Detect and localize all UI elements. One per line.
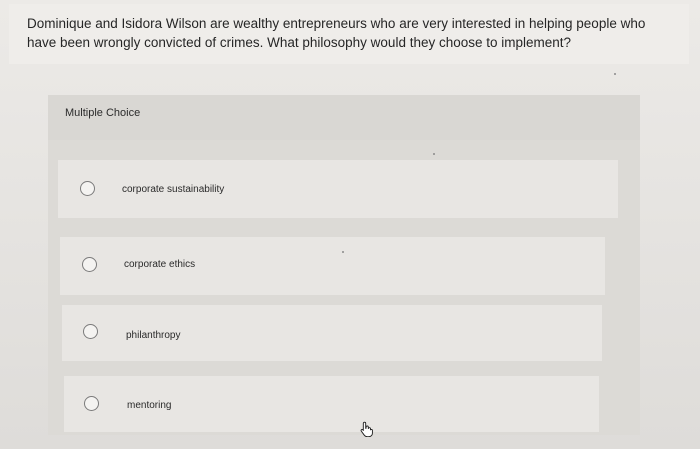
option-label: corporate sustainability bbox=[122, 184, 225, 195]
radio-button-icon[interactable] bbox=[84, 396, 99, 411]
radio-button-icon[interactable] bbox=[80, 181, 95, 196]
option-corporate-sustainability[interactable]: corporate sustainability bbox=[58, 160, 618, 218]
option-label: corporate ethics bbox=[124, 259, 196, 270]
screen-speck bbox=[433, 153, 435, 155]
hand-pointer-icon bbox=[360, 421, 373, 437]
option-philanthropy[interactable]: philanthropy bbox=[62, 305, 602, 361]
question-text: Dominique and Isidora Wilson are wealthy… bbox=[27, 16, 646, 50]
radio-button-icon[interactable] bbox=[82, 257, 97, 272]
option-mentoring[interactable]: mentoring bbox=[64, 376, 599, 432]
option-corporate-ethics[interactable]: corporate ethics bbox=[60, 237, 605, 295]
screen-speck bbox=[614, 73, 616, 75]
radio-button-icon[interactable] bbox=[83, 324, 98, 339]
multiple-choice-header: Multiple Choice bbox=[48, 95, 640, 140]
screen-speck bbox=[342, 251, 344, 253]
multiple-choice-label: Multiple Choice bbox=[65, 107, 141, 119]
option-label: philanthropy bbox=[126, 330, 181, 341]
option-label: mentoring bbox=[127, 400, 172, 411]
